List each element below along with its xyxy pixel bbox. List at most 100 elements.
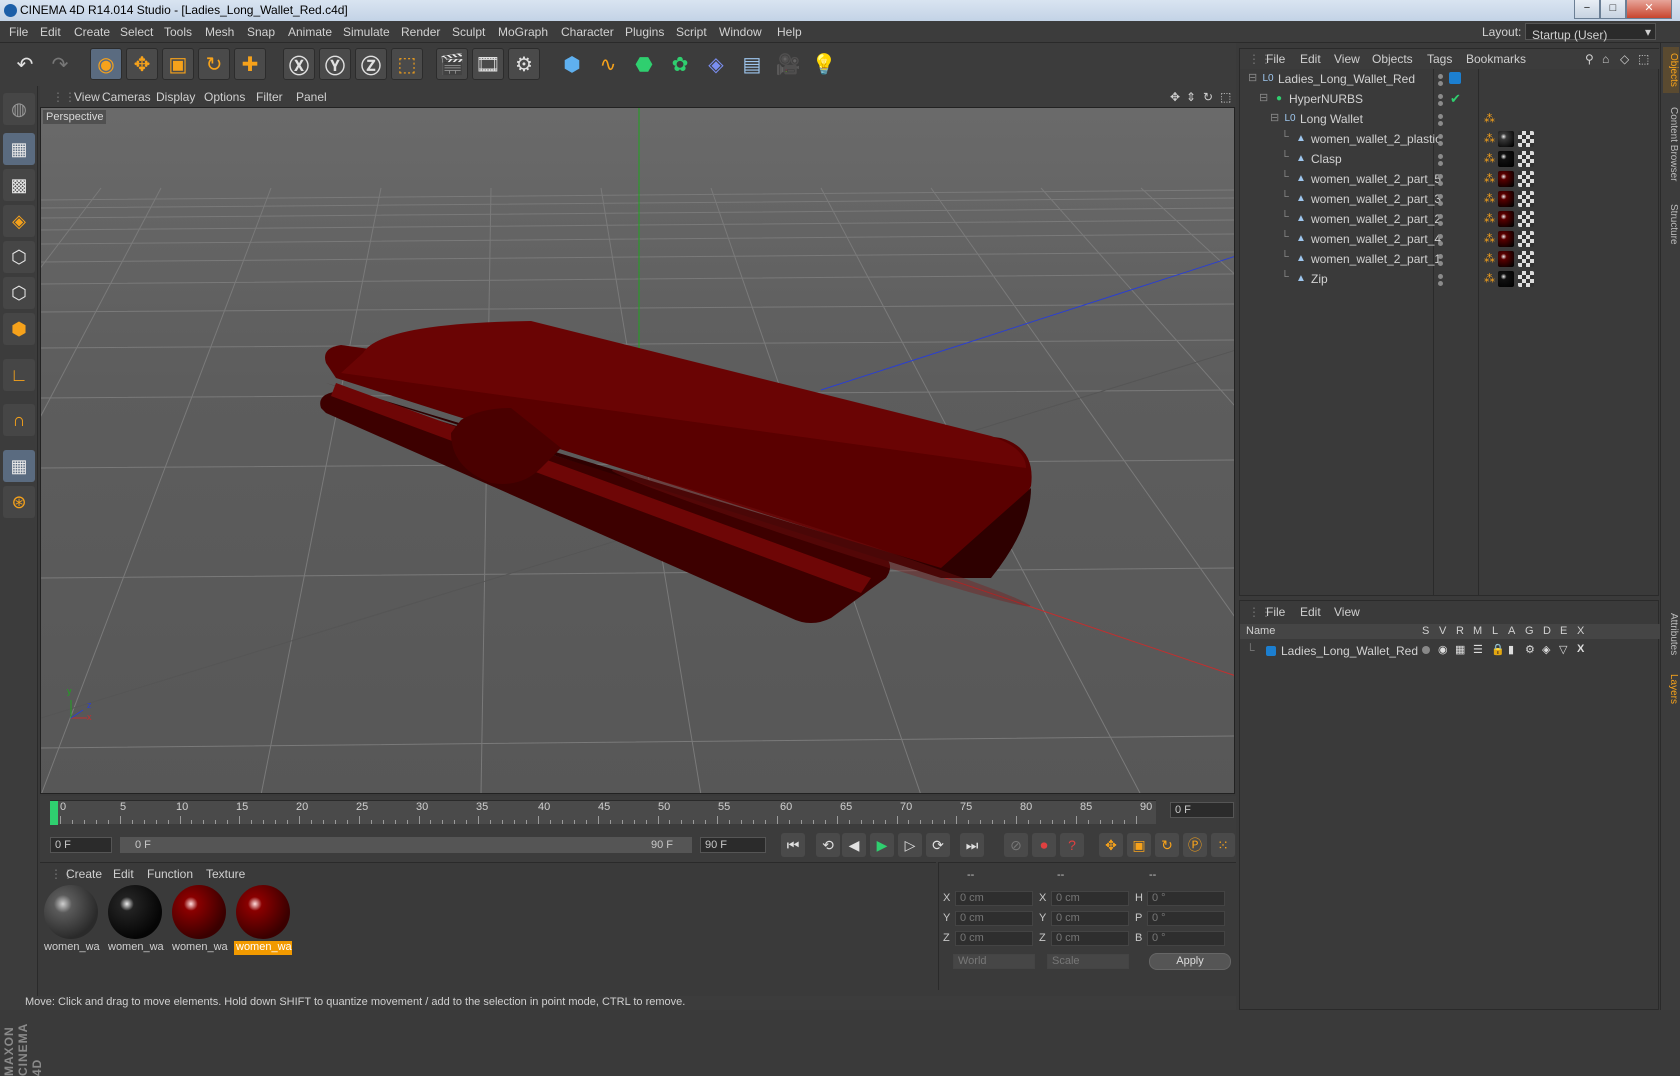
objects-menu-edit[interactable]: Edit (1300, 52, 1321, 66)
material-swatch[interactable]: women_wa (106, 883, 164, 955)
live-selection-icon[interactable]: ◉ (90, 48, 122, 80)
cube-primitive-icon[interactable]: ⬢ (556, 48, 588, 80)
record-keys-icon[interactable]: ⊘ (1004, 833, 1028, 857)
render-visibility-dot[interactable] (1438, 101, 1443, 106)
material-tag-icon[interactable] (1498, 151, 1514, 167)
phong-tag-icon[interactable]: ⁂ (1484, 172, 1495, 185)
coordinate-space-select[interactable]: World (953, 954, 1035, 969)
render-toggle-icon[interactable]: ▦ (1455, 643, 1465, 656)
texture-tag-icon[interactable] (1518, 271, 1534, 287)
home-icon[interactable]: ⌂ (1602, 52, 1609, 66)
apply-button[interactable]: Apply (1149, 953, 1231, 970)
visibility-eye-icon[interactable]: ◉ (1438, 643, 1448, 656)
keyframe-selection-icon[interactable]: ? (1060, 833, 1084, 857)
object-row[interactable]: └ ▲ women_wallet_2_part_3 ⁂ (1240, 189, 1660, 209)
menu-character[interactable]: Character (561, 25, 614, 39)
go-to-start-icon[interactable]: ⏮ (781, 833, 805, 857)
phong-tag-icon[interactable]: ⁂ (1484, 232, 1495, 245)
y-axis-lock-icon[interactable]: Ⓨ (319, 48, 351, 80)
texture-tag-icon[interactable] (1518, 151, 1534, 167)
material-tag-icon[interactable] (1498, 251, 1514, 267)
position-z-field[interactable]: 0 cm (955, 931, 1033, 946)
search-icon[interactable]: ⚲ (1585, 52, 1594, 66)
enabled-checkmark-icon[interactable]: ✔ (1450, 91, 1461, 107)
previous-key-icon[interactable]: ⟲ (816, 833, 840, 857)
object-row[interactable]: └ ▲ Clasp ⁂ (1240, 149, 1660, 169)
render-view-icon[interactable]: 🎬 (436, 48, 468, 80)
layers-menu-file[interactable]: File (1266, 605, 1285, 619)
phong-tag-icon[interactable]: ⁂ (1484, 192, 1495, 205)
menu-select[interactable]: Select (120, 25, 153, 39)
model-mode-icon[interactable]: ▦ (3, 133, 35, 165)
minimize-button[interactable]: − (1574, 0, 1600, 19)
playhead-marker[interactable] (50, 801, 58, 825)
mograph-cloner-icon[interactable]: ✿ (664, 48, 696, 80)
phong-tag-icon[interactable]: ⁂ (1484, 252, 1495, 265)
rotation-b-field[interactable]: 0 ° (1147, 931, 1225, 946)
material-tag-icon[interactable] (1498, 191, 1514, 207)
next-key-icon[interactable]: ⟳ (926, 833, 950, 857)
viewport-rotate-icon[interactable]: ↻ (1203, 90, 1213, 104)
objects-menu-view[interactable]: View (1334, 52, 1360, 66)
wallet-model[interactable] (320, 321, 1033, 623)
editor-visibility-dot[interactable] (1438, 134, 1443, 139)
deformer-icon[interactable]: ◈ (700, 48, 732, 80)
material-menu-edit[interactable]: Edit (113, 867, 134, 881)
material-tag-icon[interactable] (1498, 171, 1514, 187)
objects-menu-objects[interactable]: Objects (1372, 52, 1413, 66)
previous-frame-icon[interactable]: ◀ (842, 833, 866, 857)
render-visibility-dot[interactable] (1438, 201, 1443, 206)
menu-snap[interactable]: Snap (247, 25, 275, 39)
navigate-back-icon[interactable]: ◇ (1620, 52, 1629, 66)
viewport-dolly-icon[interactable]: ⇕ (1186, 90, 1196, 104)
material-swatch[interactable]: women_wa (42, 883, 100, 955)
editor-visibility-dot[interactable] (1438, 154, 1443, 159)
current-frame-field[interactable]: 0 F (1170, 802, 1234, 818)
phong-tag-icon[interactable]: ⁂ (1484, 272, 1495, 285)
tab-content-browser[interactable]: Content Browser (1663, 99, 1679, 189)
texture-tag-icon[interactable] (1518, 171, 1534, 187)
editor-visibility-dot[interactable] (1438, 274, 1443, 279)
key-scale-icon[interactable]: ▣ (1127, 833, 1151, 857)
size-z-field[interactable]: 0 cm (1051, 931, 1129, 946)
material-menu-create[interactable]: Create (66, 867, 102, 881)
render-settings-icon[interactable]: ⚙ (508, 48, 540, 80)
texture-tag-icon[interactable] (1518, 191, 1534, 207)
polygons-mode-icon[interactable]: ⬢ (3, 313, 35, 345)
material-tag-icon[interactable] (1498, 231, 1514, 247)
spline-icon[interactable]: ∿ (592, 48, 624, 80)
material-swatch-selected[interactable]: women_wa (234, 883, 292, 955)
timeline-ruler[interactable]: 0 5 10 15 20 25 30 35 40 45 50 55 60 65 … (50, 800, 1156, 825)
object-row[interactable]: └ ▲ Zip ⁂ (1240, 269, 1660, 289)
texture-mode-icon[interactable]: ▩ (3, 169, 35, 201)
rotate-tool-icon[interactable]: ↻ (198, 48, 230, 80)
magnet-icon[interactable]: ∩ (3, 404, 35, 436)
material-tag-icon[interactable] (1498, 271, 1514, 287)
object-row[interactable]: ⊟ L0 Long Wallet ⁂ (1240, 109, 1660, 129)
texture-tag-icon[interactable] (1518, 131, 1534, 147)
phong-tag-icon[interactable]: ⁂ (1484, 152, 1495, 165)
editor-visibility-dot[interactable] (1438, 114, 1443, 119)
object-row[interactable]: ⊟ L0 Ladies_Long_Wallet_Red (1240, 69, 1660, 89)
menu-simulate[interactable]: Simulate (343, 25, 390, 39)
tab-layers[interactable]: Layers (1663, 669, 1679, 709)
menu-script[interactable]: Script (676, 25, 707, 39)
manager-toggle-icon[interactable]: ☰ (1473, 643, 1483, 656)
key-rotation-icon[interactable]: ↻ (1155, 833, 1179, 857)
viewport-pan-icon[interactable]: ✥ (1170, 90, 1180, 104)
editor-visibility-dot[interactable] (1438, 214, 1443, 219)
coordinate-system-icon[interactable]: ⬚ (391, 48, 423, 80)
render-visibility-dot[interactable] (1438, 121, 1443, 126)
menu-animate[interactable]: Animate (288, 25, 332, 39)
texture-tag-icon[interactable] (1518, 251, 1534, 267)
tab-attributes[interactable]: Attributes (1663, 603, 1679, 665)
render-visibility-dot[interactable] (1438, 261, 1443, 266)
viewport-menu-options[interactable]: Options (204, 90, 245, 104)
render-visibility-dot[interactable] (1438, 241, 1443, 246)
menu-render[interactable]: Render (401, 25, 440, 39)
menu-tools[interactable]: Tools (164, 25, 192, 39)
key-parameter-icon[interactable]: Ⓟ (1183, 833, 1207, 857)
menu-help[interactable]: Help (777, 25, 802, 39)
object-row[interactable]: └ ▲ women_wallet_2_part_4 ⁂ (1240, 229, 1660, 249)
objects-menu-bookmarks[interactable]: Bookmarks (1466, 52, 1526, 66)
